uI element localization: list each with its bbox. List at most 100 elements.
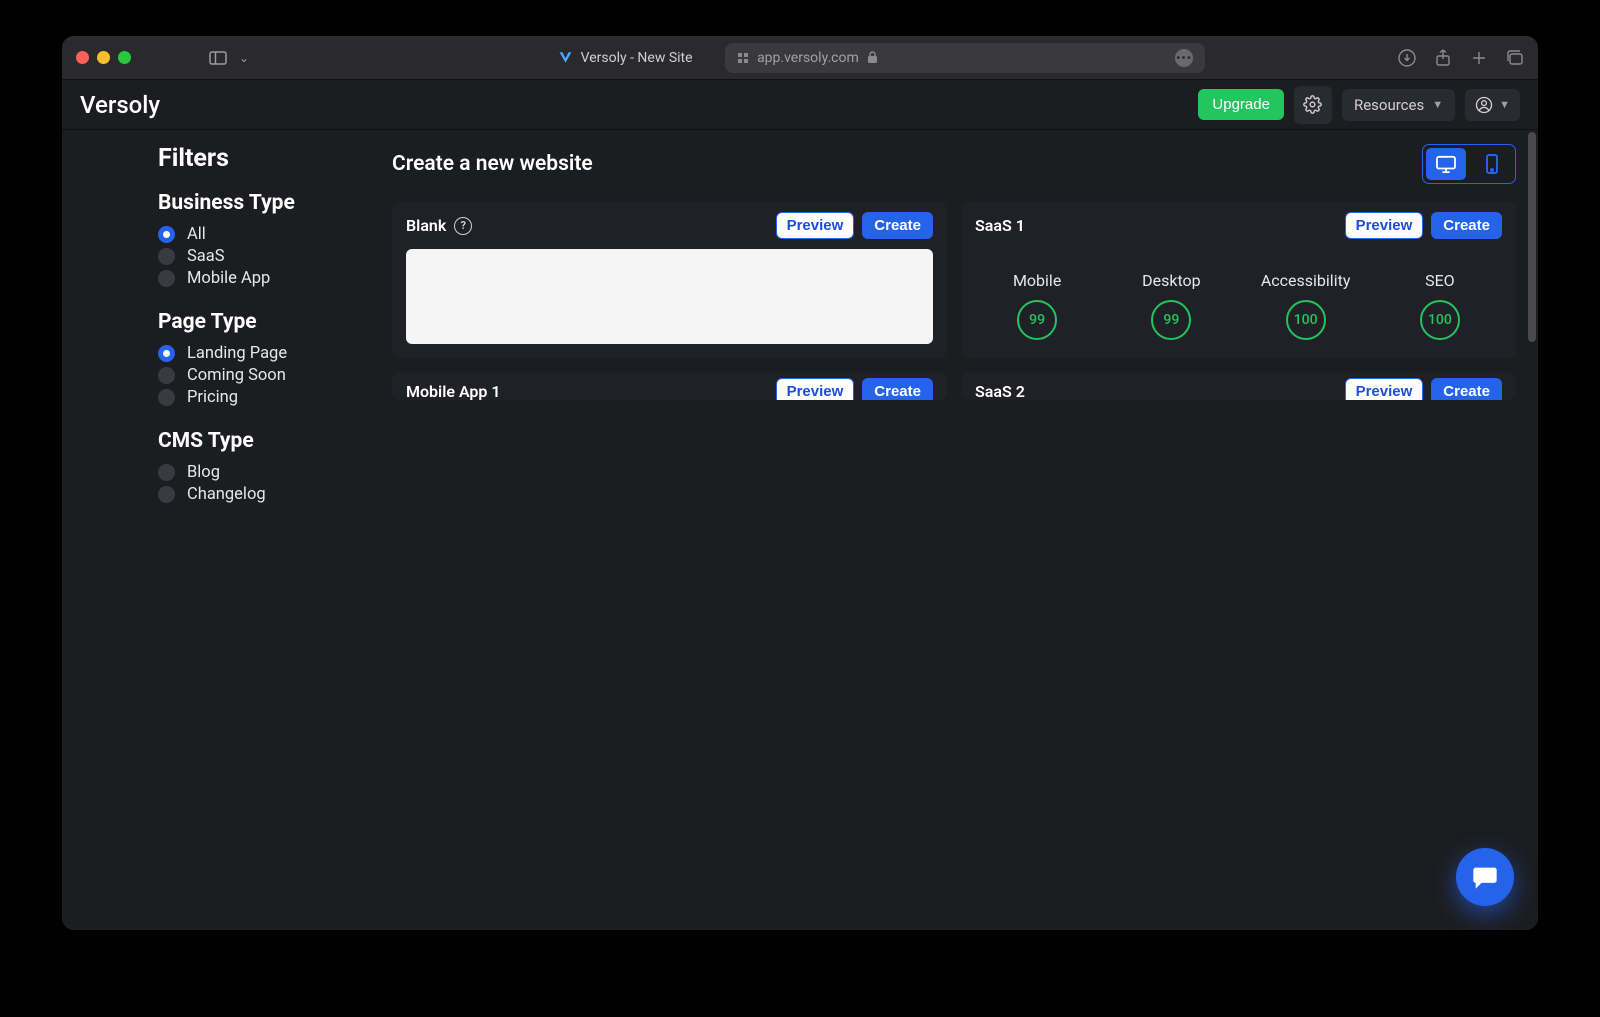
filter-group-title: Business Type xyxy=(158,191,368,215)
chat-support-button[interactable] xyxy=(1456,848,1514,906)
user-icon xyxy=(1475,96,1493,114)
template-card-blank: Blank ? Preview Create xyxy=(392,202,947,358)
metric-accessibility: Accessibility 100 xyxy=(1244,271,1368,340)
viewport-toggle xyxy=(1422,144,1516,184)
templates-grid: Blank ? Preview Create SaaS 1 xyxy=(392,202,1516,406)
radio-icon xyxy=(158,345,175,362)
filters-sidebar: Filters Business Type All SaaS Mobile Ap… xyxy=(62,130,392,930)
filter-option-label: Changelog xyxy=(187,485,266,504)
caret-down-icon: ▼ xyxy=(1499,98,1510,111)
template-name: Blank xyxy=(406,216,446,235)
template-name: Mobile App 1 xyxy=(406,382,501,400)
metric-label: Desktop xyxy=(1142,271,1201,290)
metric-score: 99 xyxy=(1017,300,1057,340)
fullscreen-window-button[interactable] xyxy=(118,51,131,64)
desktop-icon xyxy=(1435,155,1457,173)
filter-option-saas[interactable]: SaaS xyxy=(158,247,368,266)
main-header-row: Create a new website xyxy=(392,144,1516,184)
browser-toolbar-right xyxy=(1398,49,1524,67)
safari-window: ⌄ Versoly - New Site app.versoly.com ••• xyxy=(62,36,1538,930)
site-settings-icon[interactable] xyxy=(737,52,749,64)
metric-label: Accessibility xyxy=(1261,271,1351,290)
lock-icon xyxy=(867,51,878,64)
versoly-favicon-icon xyxy=(558,50,573,65)
downloads-icon[interactable] xyxy=(1398,49,1416,67)
app-header: Versoly Upgrade Resources ▼ ▼ xyxy=(62,80,1538,130)
brand-title: Versoly xyxy=(80,91,160,119)
radio-icon xyxy=(158,486,175,503)
url-text: app.versoly.com xyxy=(757,50,859,66)
mobile-icon xyxy=(1485,154,1499,174)
filter-option-pricing[interactable]: Pricing xyxy=(158,388,368,407)
filter-option-coming-soon[interactable]: Coming Soon xyxy=(158,366,368,385)
filter-group-title: CMS Type xyxy=(158,429,368,453)
metric-label: Mobile xyxy=(1013,271,1061,290)
close-window-button[interactable] xyxy=(76,51,89,64)
filter-option-landing-page[interactable]: Landing Page xyxy=(158,344,368,363)
chevron-down-icon[interactable]: ⌄ xyxy=(239,51,249,65)
filter-option-changelog[interactable]: Changelog xyxy=(158,485,368,504)
template-card-saas-1: SaaS 1 Preview Create Ipsum Pricing xyxy=(961,202,1516,358)
caret-down-icon: ▼ xyxy=(1432,98,1443,111)
mobile-view-button[interactable] xyxy=(1472,148,1512,180)
filter-option-blog[interactable]: Blog xyxy=(158,463,368,482)
filter-group-cms-type: CMS Type Blog Changelog xyxy=(158,429,368,504)
minimize-window-button[interactable] xyxy=(97,51,110,64)
filter-option-mobile-app[interactable]: Mobile App xyxy=(158,269,368,288)
create-button[interactable]: Create xyxy=(1431,378,1502,400)
resources-dropdown[interactable]: Resources ▼ xyxy=(1342,89,1455,121)
page-title: Create a new website xyxy=(392,152,593,176)
template-name: SaaS 1 xyxy=(975,216,1025,235)
tabs-overview-icon[interactable] xyxy=(1506,49,1524,67)
tab-title: Versoly - New Site xyxy=(581,50,693,66)
radio-icon xyxy=(158,270,175,287)
upgrade-button[interactable]: Upgrade xyxy=(1198,89,1284,120)
filter-group-page-type: Page Type Landing Page Coming Soon Prici… xyxy=(158,310,368,407)
gear-icon xyxy=(1303,95,1322,114)
share-icon[interactable] xyxy=(1434,49,1452,67)
address-bar[interactable]: app.versoly.com ••• xyxy=(725,43,1205,73)
template-name: SaaS 2 xyxy=(975,382,1025,400)
filters-heading: Filters xyxy=(158,144,368,173)
page-actions-icon[interactable]: ••• xyxy=(1175,49,1193,67)
preview-button[interactable]: Preview xyxy=(1345,378,1424,400)
help-icon[interactable]: ? xyxy=(454,217,472,235)
resources-label: Resources xyxy=(1354,96,1424,114)
create-button[interactable]: Create xyxy=(862,212,933,239)
metric-seo: SEO 100 xyxy=(1378,271,1502,340)
filter-group-title: Page Type xyxy=(158,310,368,334)
preview-button[interactable]: Preview xyxy=(776,212,855,239)
create-button[interactable]: Create xyxy=(1431,212,1502,239)
chat-bubble-icon xyxy=(1471,863,1499,891)
preview-button[interactable]: Preview xyxy=(776,378,855,400)
sidebar-toggle-icon[interactable] xyxy=(203,45,233,71)
lighthouse-metrics: Mobile 99 Desktop 99 Accessibility 100 xyxy=(961,263,1516,358)
metric-mobile: Mobile 99 xyxy=(975,271,1099,340)
settings-button[interactable] xyxy=(1294,86,1332,124)
filter-option-label: Landing Page xyxy=(187,344,287,363)
template-card-mobile-app-1: Mobile App 1 Preview Create xyxy=(392,372,947,400)
radio-icon xyxy=(158,389,175,406)
scrollbar-thumb[interactable] xyxy=(1528,132,1536,342)
desktop-view-button[interactable] xyxy=(1426,148,1466,180)
radio-icon xyxy=(158,367,175,384)
radio-icon xyxy=(158,464,175,481)
browser-tab[interactable]: Versoly - New Site xyxy=(545,43,705,73)
browser-titlebar: ⌄ Versoly - New Site app.versoly.com ••• xyxy=(62,36,1538,80)
filter-option-label: Blog xyxy=(187,463,220,482)
preview-button[interactable]: Preview xyxy=(1345,212,1424,239)
radio-icon xyxy=(158,248,175,265)
account-dropdown[interactable]: ▼ xyxy=(1465,89,1520,121)
app-body: Filters Business Type All SaaS Mobile Ap… xyxy=(62,130,1538,930)
filter-option-label: Coming Soon xyxy=(187,366,286,385)
new-tab-icon[interactable] xyxy=(1470,49,1488,67)
filter-option-all[interactable]: All xyxy=(158,225,368,244)
metric-score: 99 xyxy=(1151,300,1191,340)
template-thumbnail[interactable] xyxy=(406,249,933,344)
filter-group-business-type: Business Type All SaaS Mobile App xyxy=(158,191,368,288)
create-button[interactable]: Create xyxy=(862,378,933,400)
window-controls xyxy=(76,51,131,64)
metric-score: 100 xyxy=(1286,300,1326,340)
filter-option-label: All xyxy=(187,225,206,244)
metric-desktop: Desktop 99 xyxy=(1109,271,1233,340)
